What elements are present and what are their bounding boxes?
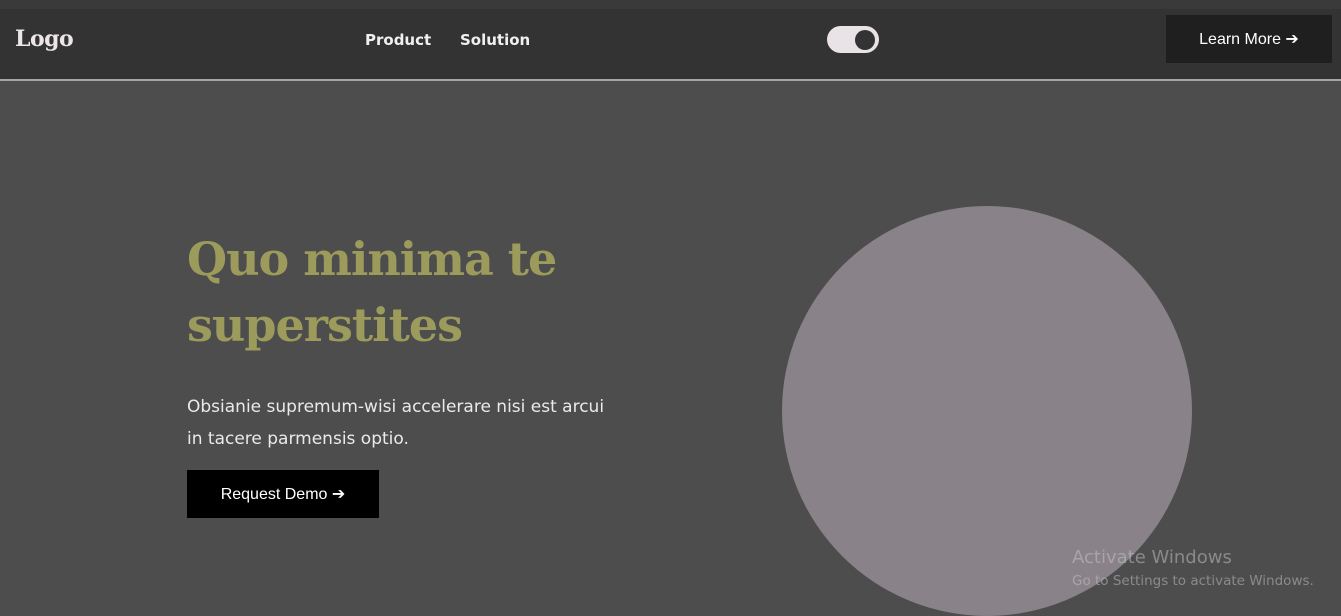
nav-link-product[interactable]: Product [365,31,431,49]
hero-description: Obsianie supremum-wisi accelerare nisi e… [187,397,605,449]
theme-toggle[interactable] [827,26,879,53]
request-demo-button[interactable]: Request Demo ➔ [187,470,379,518]
activate-windows-title: Activate Windows [1072,547,1232,568]
activate-windows-subtitle: Go to Settings to activate Windows. [1072,573,1314,589]
navbar: Logo Product Solution Learn More ➔ [0,9,1341,81]
hero-title: Quo minima te superstites [187,232,557,352]
logo[interactable]: Logo [15,26,74,52]
learn-more-button[interactable]: Learn More ➔ [1166,15,1332,63]
nav-link-solution[interactable]: Solution [460,31,530,49]
top-edge-strip [0,0,1341,9]
toggle-knob [855,29,875,50]
